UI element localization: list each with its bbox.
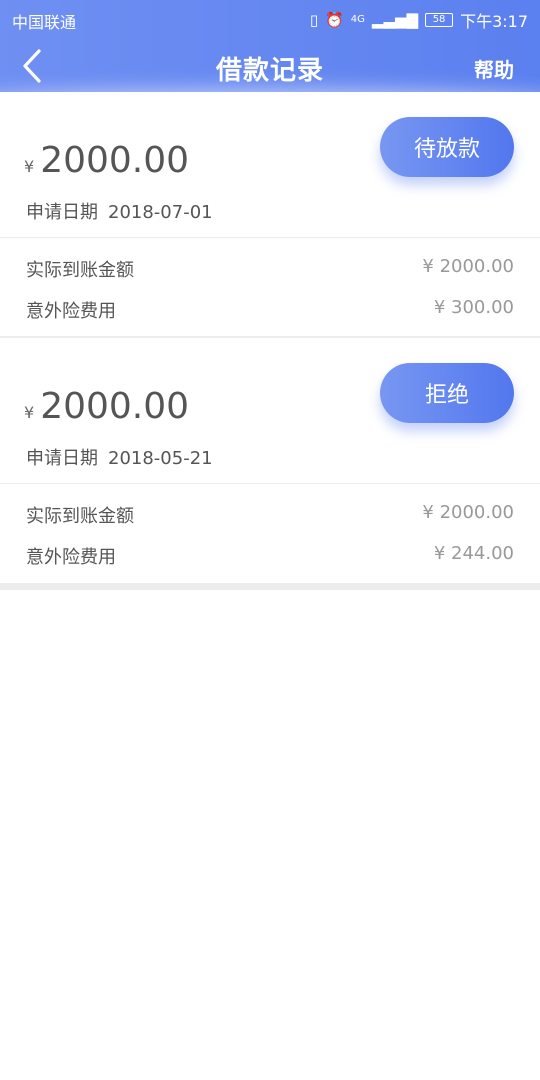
received-amount-value: ¥ 2000.00 bbox=[422, 502, 514, 523]
received-amount-row: 实际到账金额 ¥ 2000.00 bbox=[26, 502, 514, 527]
insurance-fee-label: 意外险费用 bbox=[26, 547, 116, 568]
divider bbox=[0, 483, 540, 484]
carrier-name: 中国联通 bbox=[12, 13, 77, 32]
apply-date-value: 2018-07-01 bbox=[108, 202, 213, 223]
received-amount-value: ¥ 2000.00 bbox=[422, 256, 514, 277]
insurance-fee-label: 意外险费用 bbox=[26, 301, 116, 322]
loan-amount: 2000.00 bbox=[40, 140, 190, 181]
loan-amount-row: ¥ 2000.00 bbox=[24, 386, 189, 427]
network-type: 4G bbox=[350, 14, 365, 25]
currency-symbol: ¥ bbox=[24, 403, 35, 422]
received-amount-row: 实际到账金额 ¥ 2000.00 bbox=[26, 256, 514, 281]
page-title: 借款记录 bbox=[215, 56, 324, 86]
app-header: 中国联通 ▯ ⏰ 4G ▂▃▅▇ 58 下午3:17 借款记录 帮助 bbox=[0, 0, 540, 100]
divider bbox=[0, 237, 540, 238]
received-amount-label: 实际到账金额 bbox=[26, 260, 134, 281]
apply-date: 申请日期 2018-05-21 bbox=[26, 444, 213, 470]
status-button-rejected[interactable]: 拒绝 bbox=[380, 363, 514, 423]
insurance-fee-row: 意外险费用 ¥ 244.00 bbox=[26, 543, 514, 568]
apply-date: 申请日期 2018-07-01 bbox=[26, 198, 213, 224]
insurance-fee-value: ¥ 300.00 bbox=[433, 297, 514, 318]
section-divider bbox=[0, 583, 540, 590]
status-button-pending[interactable]: 待放款 bbox=[380, 117, 514, 177]
apply-date-label: 申请日期 bbox=[26, 202, 98, 223]
loan-record: ¥ 2000.00 申请日期 2018-05-21 拒绝 实际到账金额 ¥ 200… bbox=[0, 338, 540, 584]
status-icons: ▯ ⏰ 4G ▂▃▅▇ 58 下午3:17 bbox=[310, 8, 528, 32]
insurance-fee-row: 意外险费用 ¥ 300.00 bbox=[26, 297, 514, 322]
apply-date-label: 申请日期 bbox=[26, 448, 98, 469]
signal-icon: ▂▃▅▇ bbox=[371, 11, 419, 29]
help-button[interactable]: 帮助 bbox=[474, 54, 514, 83]
loan-record: ¥ 2000.00 申请日期 2018-07-01 待放款 实际到账金额 ¥ 20… bbox=[0, 92, 540, 338]
loan-amount-row: ¥ 2000.00 bbox=[24, 140, 189, 181]
loan-amount: 2000.00 bbox=[40, 386, 190, 427]
apply-date-value: 2018-05-21 bbox=[108, 448, 213, 469]
currency-symbol: ¥ bbox=[24, 157, 35, 176]
clock: 下午3:17 bbox=[460, 12, 528, 31]
vibrate-icon: ▯ bbox=[309, 11, 319, 29]
insurance-fee-value: ¥ 244.00 bbox=[433, 543, 514, 564]
status-bar: 中国联通 ▯ ⏰ 4G ▂▃▅▇ 58 下午3:17 bbox=[0, 0, 540, 36]
received-amount-label: 实际到账金额 bbox=[26, 506, 134, 527]
battery-icon: 58 bbox=[425, 13, 454, 27]
nav-bar: 借款记录 帮助 bbox=[0, 36, 540, 96]
alarm-icon: ⏰ bbox=[325, 11, 344, 29]
